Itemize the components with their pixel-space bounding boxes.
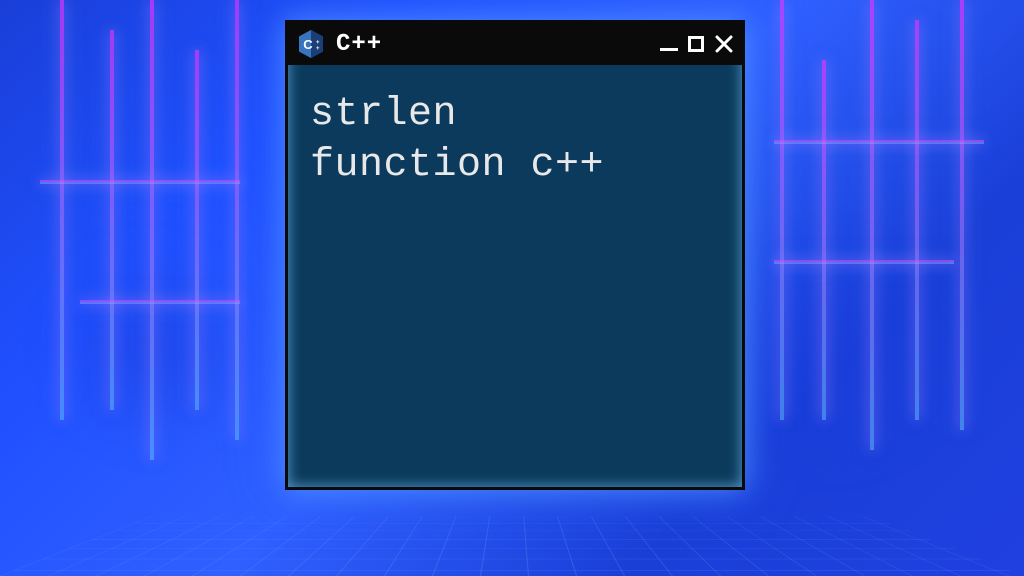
close-icon xyxy=(714,34,734,54)
maximize-button[interactable] xyxy=(688,36,704,52)
circuit-line xyxy=(235,0,239,440)
circuit-line xyxy=(150,0,154,460)
circuit-line xyxy=(80,300,240,304)
maximize-icon xyxy=(688,36,704,52)
window-body: strlen function c++ xyxy=(288,65,742,487)
circuit-line xyxy=(870,0,874,450)
circuit-line xyxy=(774,260,954,264)
circuit-line xyxy=(822,60,826,420)
window-title: C++ xyxy=(336,31,650,58)
titlebar[interactable]: C + + C++ xyxy=(288,23,742,65)
minimize-icon xyxy=(660,48,678,51)
minimize-button[interactable] xyxy=(660,38,678,51)
circuit-line xyxy=(960,0,964,430)
circuit-line xyxy=(40,180,240,184)
circuit-line xyxy=(60,0,64,420)
svg-text:C: C xyxy=(303,37,313,52)
close-button[interactable] xyxy=(714,34,734,54)
terminal-window: C + + C++ strlen function c++ xyxy=(285,20,745,490)
cpp-logo-icon: C + + xyxy=(296,29,326,59)
grid-floor xyxy=(0,516,1024,576)
circuit-line xyxy=(915,20,919,420)
circuit-line xyxy=(774,140,984,144)
window-controls xyxy=(660,34,734,54)
code-text: strlen function c++ xyxy=(310,89,720,191)
circuit-line xyxy=(780,0,784,420)
circuit-line xyxy=(195,50,199,410)
circuit-line xyxy=(110,30,114,410)
svg-text:+: + xyxy=(316,46,320,52)
